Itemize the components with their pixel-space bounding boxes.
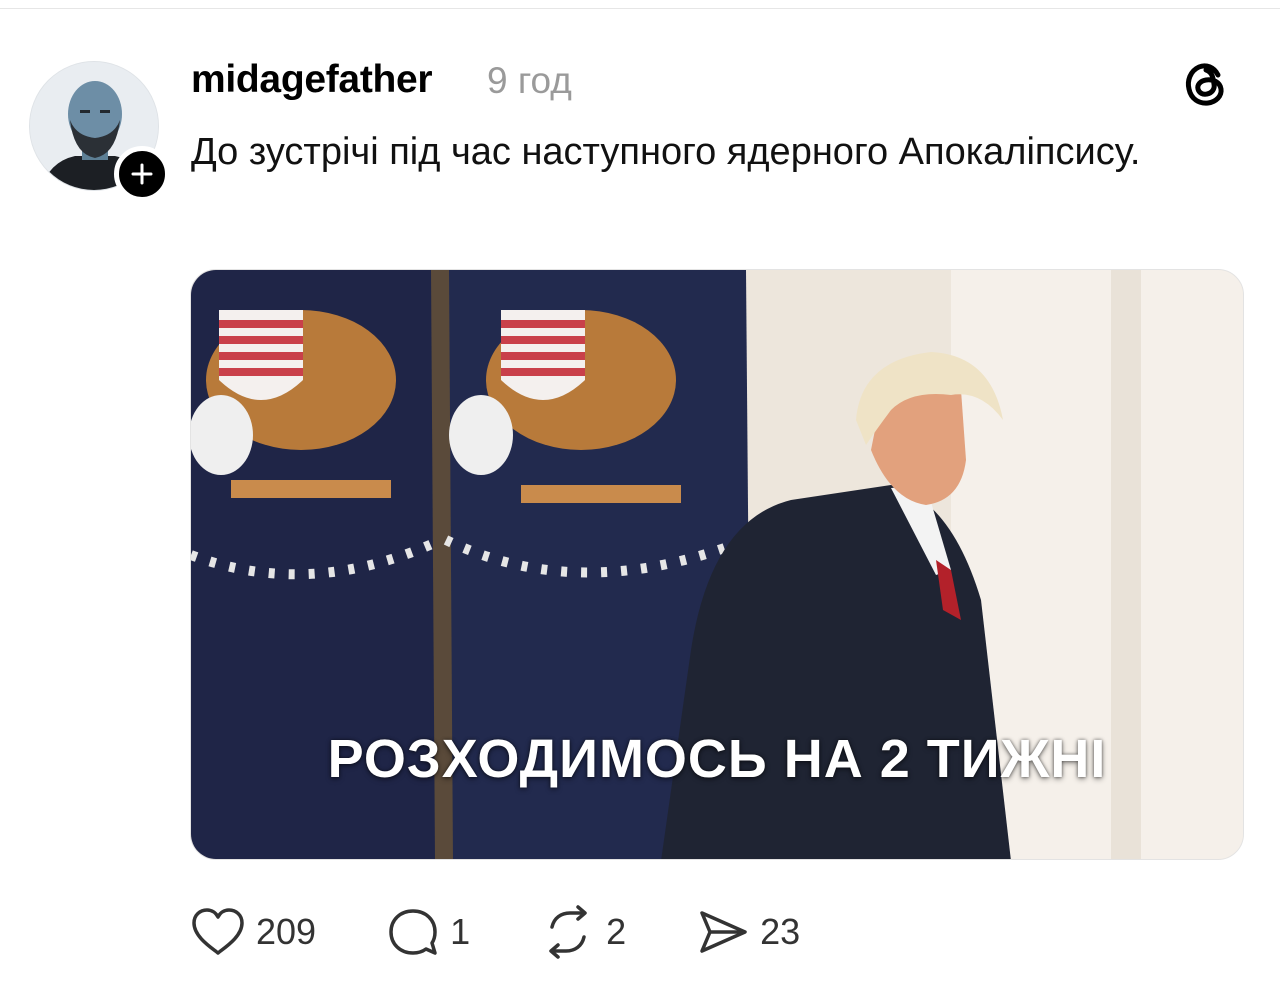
post-timestamp: 9 год — [487, 60, 572, 101]
like-button[interactable]: 209 — [190, 902, 316, 962]
post-text: До зустрічі під час наступного ядерного … — [191, 131, 1141, 173]
heart-icon — [192, 908, 244, 955]
share-icon — [700, 911, 747, 953]
follow-button[interactable] — [114, 146, 170, 202]
like-count: 209 — [256, 911, 317, 952]
share-count: 23 — [760, 911, 801, 952]
reply-count: 1 — [450, 911, 471, 952]
repost-icon — [549, 905, 587, 959]
repost-button[interactable]: 2 — [540, 902, 626, 962]
post-media-image[interactable]: РОЗХОДИМОСЬ НА 2 ТИЖНІ — [190, 269, 1244, 860]
plus-icon — [131, 163, 153, 185]
username[interactable]: midagefather — [191, 58, 433, 102]
post-actions: 209 1 2 23 — [190, 902, 800, 962]
media-caption: РОЗХОДИМОСЬ НА 2 ТИЖНІ — [327, 729, 1107, 789]
top-divider — [0, 8, 1280, 9]
threads-logo-icon[interactable] — [1178, 56, 1234, 112]
share-button[interactable]: 23 — [696, 902, 800, 962]
reply-button[interactable]: 1 — [386, 902, 470, 962]
repost-count: 2 — [606, 911, 627, 952]
comment-icon — [389, 909, 437, 955]
